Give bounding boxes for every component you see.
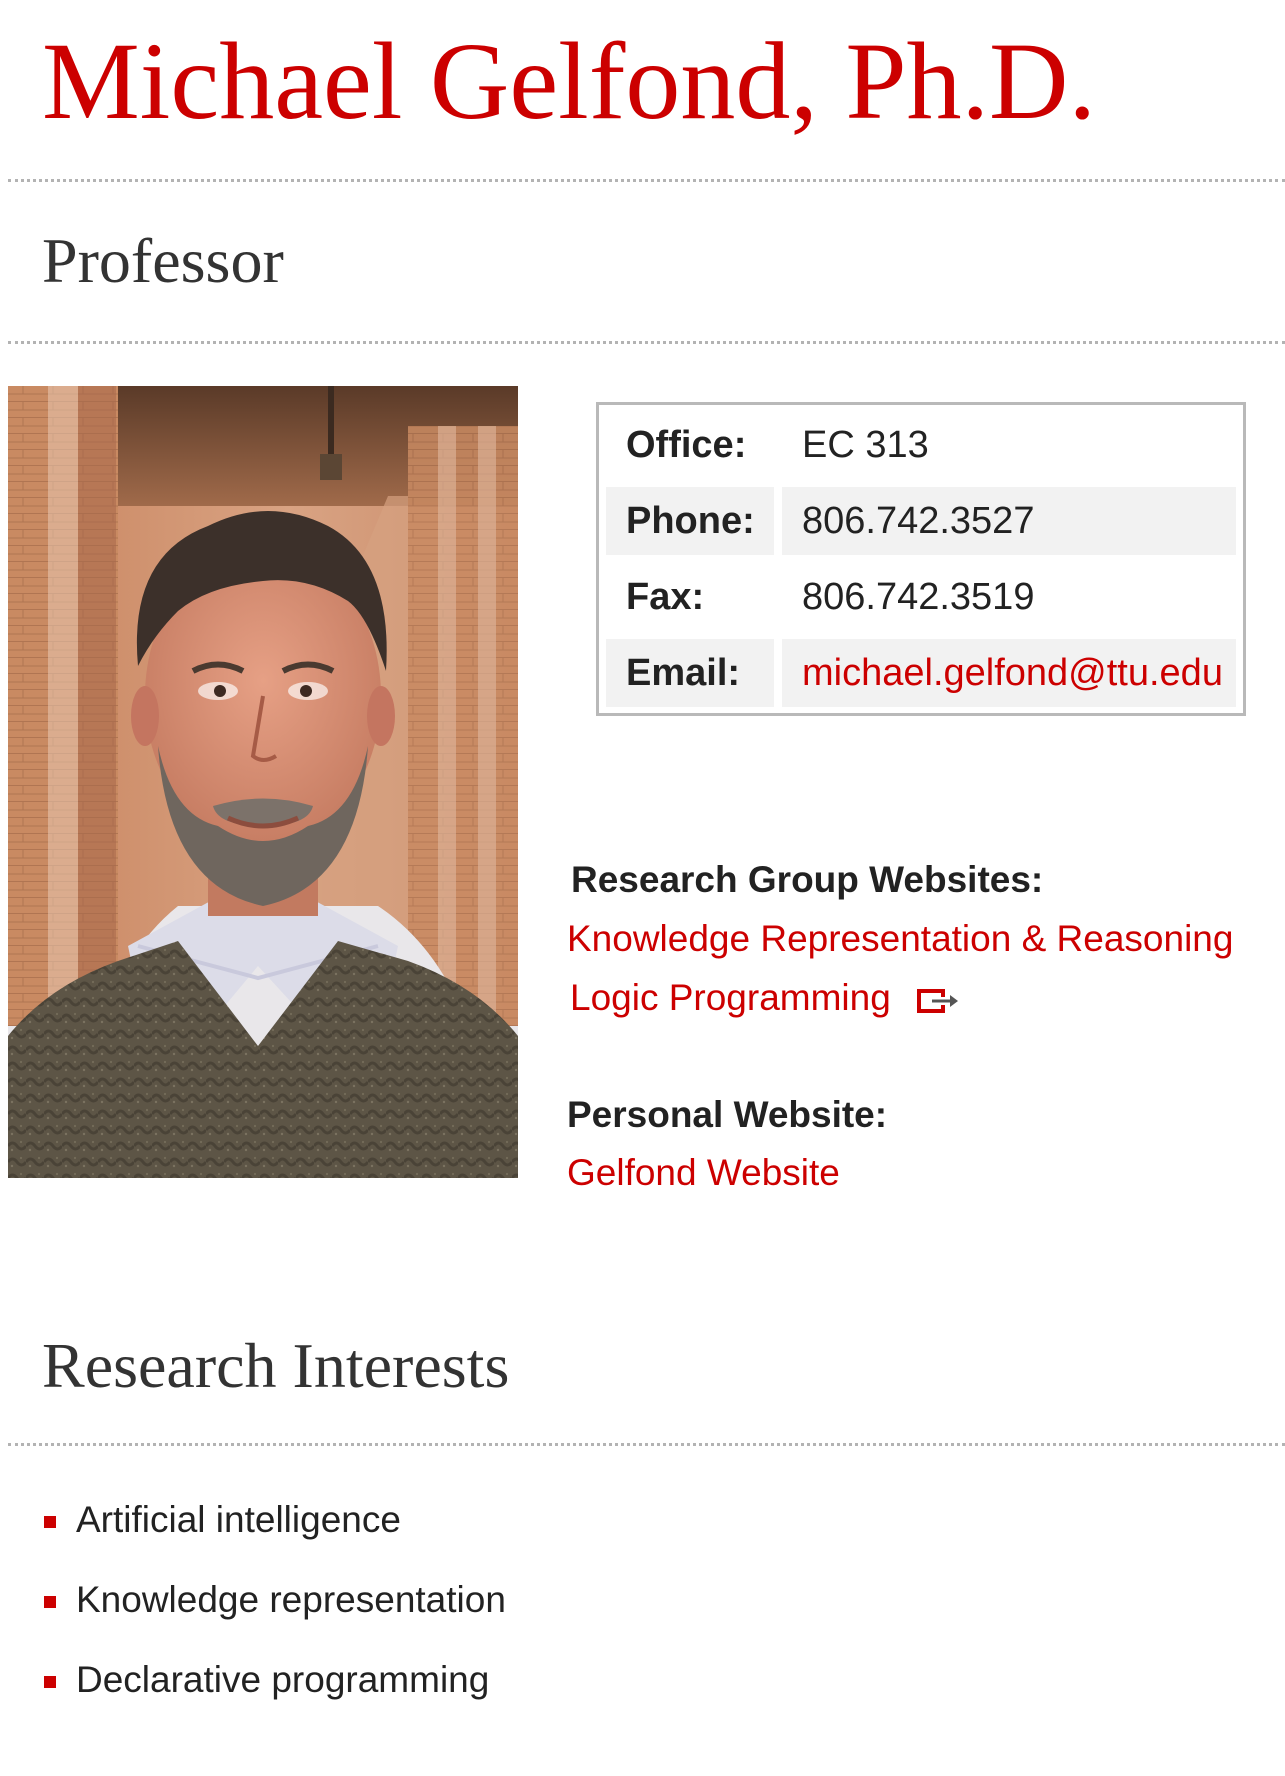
page-title: Michael Gelfond, Ph.D.	[42, 20, 1096, 142]
office-value: EC 313	[802, 424, 929, 466]
contact-row-fax: Fax: 806.742.3519	[606, 563, 1236, 631]
bullet-icon	[44, 1676, 56, 1688]
job-title: Professor	[42, 225, 284, 296]
logic-programming-link[interactable]: Logic Programming	[570, 976, 891, 1020]
research-interests-heading: Research Interests	[42, 1330, 510, 1401]
email-label: Email:	[606, 639, 774, 707]
phone-value: 806.742.3527	[782, 487, 1236, 555]
fax-value: 806.742.3519	[802, 576, 1035, 618]
contact-row-email: Email: michael.gelfond@ttu.edu	[606, 639, 1236, 707]
research-group-heading: Research Group Websites:	[571, 859, 1044, 900]
fax-label: Fax:	[626, 576, 705, 618]
interest-label: Artificial intelligence	[76, 1499, 401, 1540]
email-link[interactable]: michael.gelfond@ttu.edu	[782, 639, 1236, 707]
interest-label: Declarative programming	[76, 1659, 490, 1700]
list-item: Declarative programming	[42, 1650, 506, 1730]
external-link-icon[interactable]	[916, 988, 962, 1014]
list-item: Artificial intelligence	[42, 1490, 506, 1570]
interest-label: Knowledge representation	[76, 1579, 506, 1620]
krr-group-link[interactable]: Knowledge Representation & Reasoning	[567, 917, 1233, 961]
contact-row-phone: Phone: 806.742.3527	[606, 487, 1236, 555]
bullet-icon	[44, 1516, 56, 1528]
phone-label: Phone:	[606, 487, 774, 555]
office-label: Office:	[626, 424, 747, 466]
title-divider	[8, 179, 1285, 182]
research-interests-list: Artificial intelligence Knowledge repres…	[42, 1490, 506, 1730]
contact-row-office: Office: EC 313	[606, 411, 1236, 479]
bullet-icon	[44, 1596, 56, 1608]
personal-website-heading: Personal Website:	[567, 1094, 888, 1135]
contact-info-table: Office: EC 313 Phone: 806.742.3527 Fax: …	[596, 402, 1246, 716]
gelfond-website-link[interactable]: Gelfond Website	[567, 1151, 840, 1195]
job-title-divider	[8, 341, 1285, 344]
profile-photo	[8, 386, 518, 1178]
list-item: Knowledge representation	[42, 1570, 506, 1650]
research-interests-divider	[8, 1443, 1285, 1446]
